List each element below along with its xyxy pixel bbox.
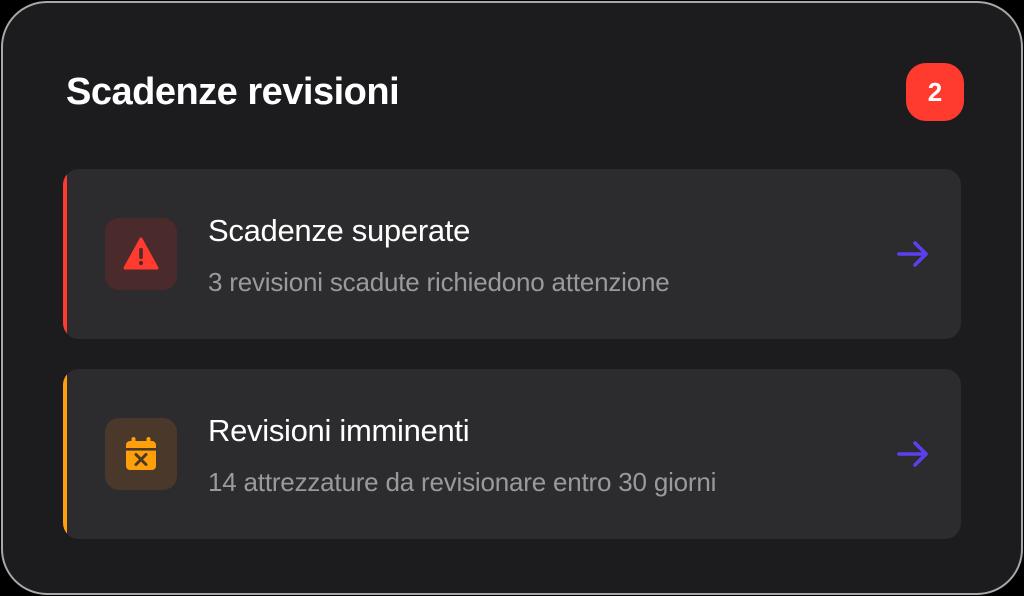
alert-title: Revisioni imminenti [208, 413, 470, 448]
arrow-right-icon[interactable] [895, 439, 931, 469]
alert-subtitle: 3 revisioni scadute richiedono attenzion… [208, 267, 670, 297]
alert-upcoming[interactable]: Revisioni imminenti 14 attrezzature da r… [63, 369, 961, 539]
alert-accent-bar [63, 369, 67, 539]
calendar-x-icon [126, 437, 156, 470]
card-title: Scadenze revisioni [66, 71, 400, 113]
warning-triangle-icon [123, 237, 159, 270]
count-badge: 2 [906, 63, 964, 121]
arrow-right-icon[interactable] [895, 239, 931, 269]
alert-title: Scadenze superate [208, 213, 471, 248]
alert-overdue[interactable]: Scadenze superate 3 revisioni scadute ri… [63, 169, 961, 339]
alert-icon-container [105, 418, 177, 490]
alert-icon-container [105, 218, 177, 290]
alert-accent-bar [63, 169, 67, 339]
alert-subtitle: 14 attrezzature da revisionare entro 30 … [208, 467, 717, 497]
